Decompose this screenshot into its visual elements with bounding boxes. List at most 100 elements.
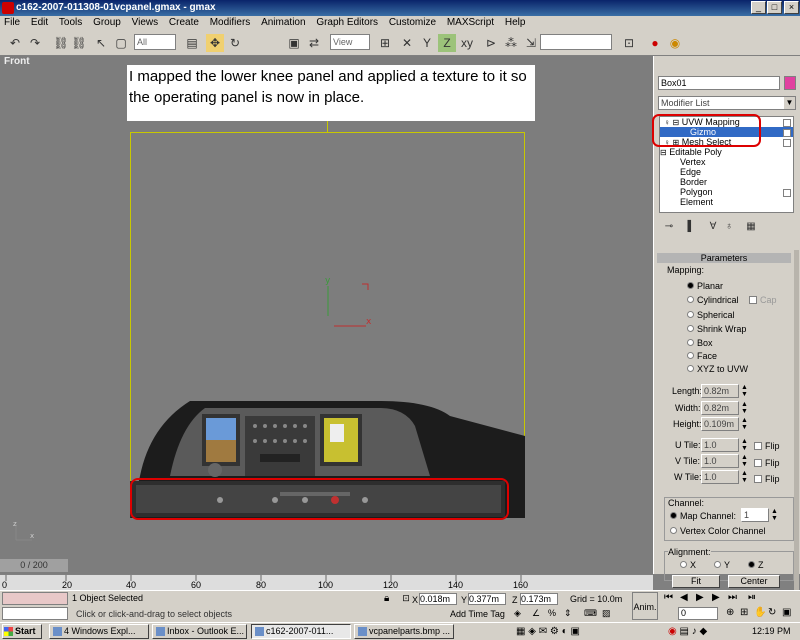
animate-toggle[interactable]: Anim. [632, 592, 658, 620]
radio-planar[interactable] [687, 282, 694, 289]
snap-toggle-icon[interactable]: ◈ [514, 608, 521, 619]
zoom-all-icon[interactable]: ⊞ [740, 607, 748, 618]
radio-map-channel[interactable] [670, 512, 677, 519]
vertex-color-channel-label[interactable]: Vertex Color Channel [680, 526, 766, 536]
current-frame-field[interactable]: 0 [678, 607, 718, 620]
menu-maxscript[interactable]: MAXScript [443, 16, 498, 30]
menu-graph-editors[interactable]: Graph Editors [312, 16, 382, 30]
zoom-icon[interactable]: ⊕ [726, 607, 734, 618]
stack-item-polygon[interactable]: Polygon [680, 187, 713, 197]
width-spinner[interactable]: 0.82m [701, 401, 739, 415]
radio-spherical[interactable] [687, 311, 694, 318]
pan-icon[interactable]: ✋ [754, 607, 766, 618]
maxscript-listener-mini[interactable] [2, 592, 68, 605]
task-outlook[interactable]: Inbox - Outlook E... [152, 624, 247, 639]
task-vcpanelparts[interactable]: vcpanelparts.bmp ... [354, 624, 454, 639]
show-end-result-icon[interactable]: ▌ [682, 220, 700, 234]
region-select-icon[interactable]: ▢ [112, 34, 130, 52]
spinner-arrows-icon[interactable]: ▲ ▼ [741, 384, 748, 398]
u-tile-spinner[interactable]: 1.0 [701, 438, 739, 452]
task-gmax[interactable]: c162-2007-011... [251, 624, 351, 639]
object-name-field[interactable]: Box01 [658, 76, 780, 90]
restrict-x-icon[interactable]: ✕ [398, 34, 416, 52]
radio-align-z[interactable] [748, 561, 755, 568]
redo-icon[interactable]: ↷ [26, 34, 44, 52]
restrict-z-icon[interactable]: Z [438, 34, 456, 52]
material-editor-icon[interactable]: ● [646, 34, 664, 52]
minimize-button[interactable]: _ [751, 1, 766, 14]
spinner-arrows-icon[interactable]: ▲ ▼ [741, 401, 748, 415]
maximize-viewport-icon[interactable]: ▣ [782, 607, 791, 618]
stack-item-element[interactable]: Element [680, 197, 713, 207]
menu-edit[interactable]: Edit [27, 16, 52, 30]
angle-snap-icon[interactable]: ∠ [532, 608, 540, 619]
spinner-arrows-icon[interactable]: ▲ ▼ [741, 417, 748, 431]
time-slider[interactable]: 0 / 200 [0, 559, 68, 572]
undo-icon[interactable]: ↶ [6, 34, 24, 52]
object-color-swatch[interactable] [784, 76, 796, 90]
w-flip-checkbox[interactable] [754, 475, 762, 483]
cylindrical-label[interactable]: Cylindrical [697, 295, 739, 305]
unlink-icon[interactable]: ⛓ [70, 34, 88, 52]
stack-item-border[interactable]: Border [680, 177, 707, 187]
gmax-app-icon[interactable] [2, 2, 14, 14]
transform-gizmo[interactable]: y x [310, 272, 390, 332]
map-channel-label[interactable]: Map Channel: [680, 511, 736, 521]
tray-adobe-icon[interactable]: ◉ [668, 626, 677, 637]
spinner-arrows-icon[interactable]: ▲ ▼ [741, 454, 748, 468]
schematic-icon[interactable]: ⊡ [620, 34, 638, 52]
stack-item-edge[interactable]: Edge [680, 167, 701, 177]
restrict-y-icon[interactable]: Y [418, 34, 436, 52]
system-clock[interactable]: 12:19 PM [752, 624, 791, 639]
pin-stack-icon[interactable]: ⊸ [660, 220, 678, 234]
remove-modifier-icon[interactable]: ♁ [720, 220, 738, 234]
v-tile-spinner[interactable]: 1.0 [701, 454, 739, 468]
menu-create[interactable]: Create [165, 16, 203, 30]
center-button[interactable]: Center [728, 575, 780, 588]
select-by-name-icon[interactable]: ▤ [183, 34, 201, 52]
track-bar[interactable]: 0 20 40 60 80 100 120 140 160 [0, 575, 653, 591]
mirror-icon[interactable]: ⇄ [305, 34, 323, 52]
stack-toggle-checkbox[interactable] [783, 119, 791, 127]
spinner-arrows-icon[interactable]: ▲ ▼ [741, 470, 748, 484]
parameters-rollout-header[interactable]: Parameters [657, 253, 791, 263]
go-to-start-icon[interactable]: ⏮ [664, 592, 673, 603]
radio-xyz-to-uvw[interactable] [687, 365, 694, 372]
radio-align-x[interactable] [680, 561, 687, 568]
tray-app-icon[interactable]: ◐ [562, 626, 568, 637]
previous-frame-icon[interactable]: ◀ [680, 592, 688, 603]
tray-app-icon[interactable]: ◈ [528, 626, 536, 637]
y-coord-field[interactable]: 0.377m [468, 593, 506, 605]
absolute-mode-icon[interactable]: ⊡ [400, 592, 412, 604]
keyboard-icon[interactable]: ⌨ [584, 608, 597, 619]
radio-align-y[interactable] [714, 561, 721, 568]
length-spinner[interactable]: 0.82m [701, 384, 739, 398]
go-to-end-icon[interactable]: ⏭ [728, 592, 737, 603]
maximize-button[interactable]: □ [767, 1, 782, 14]
stack-item-editable-poly[interactable]: ⊟ Editable Poly [660, 147, 722, 157]
window-crossing-icon[interactable]: ▨ [602, 608, 611, 619]
menu-customize[interactable]: Customize [385, 16, 440, 30]
menu-animation[interactable]: Animation [257, 16, 309, 30]
add-time-tag[interactable]: Add Time Tag [450, 609, 505, 619]
task-windows-explorer[interactable]: 4 Windows Expl... [49, 624, 149, 639]
scale-icon[interactable]: ▣ [285, 34, 303, 52]
tray-app-icon[interactable]: ▦ [516, 626, 525, 637]
tray-app-icon[interactable]: ▣ [570, 626, 579, 637]
stack-toggle-checkbox[interactable] [783, 139, 791, 147]
tray-shield-icon[interactable]: ◆ [700, 626, 708, 637]
v-flip-checkbox[interactable] [754, 459, 762, 467]
stack-item-vertex[interactable]: Vertex [680, 157, 706, 167]
stack-toggle-checkbox[interactable] [783, 189, 791, 197]
fit-button[interactable]: Fit [672, 575, 720, 588]
u-flip-checkbox[interactable] [754, 442, 762, 450]
play-icon[interactable]: ▶ [696, 592, 704, 603]
height-spinner[interactable]: 0.109m [701, 417, 739, 431]
w-tile-spinner[interactable]: 1.0 [701, 470, 739, 484]
viewport-label[interactable]: Front [4, 56, 30, 67]
menu-file[interactable]: File [0, 16, 24, 30]
box-label[interactable]: Box [697, 338, 713, 348]
shrink-wrap-label[interactable]: Shrink Wrap [697, 324, 746, 334]
tray-app-icon[interactable]: ✉ [539, 626, 547, 637]
menu-views[interactable]: Views [128, 16, 163, 30]
